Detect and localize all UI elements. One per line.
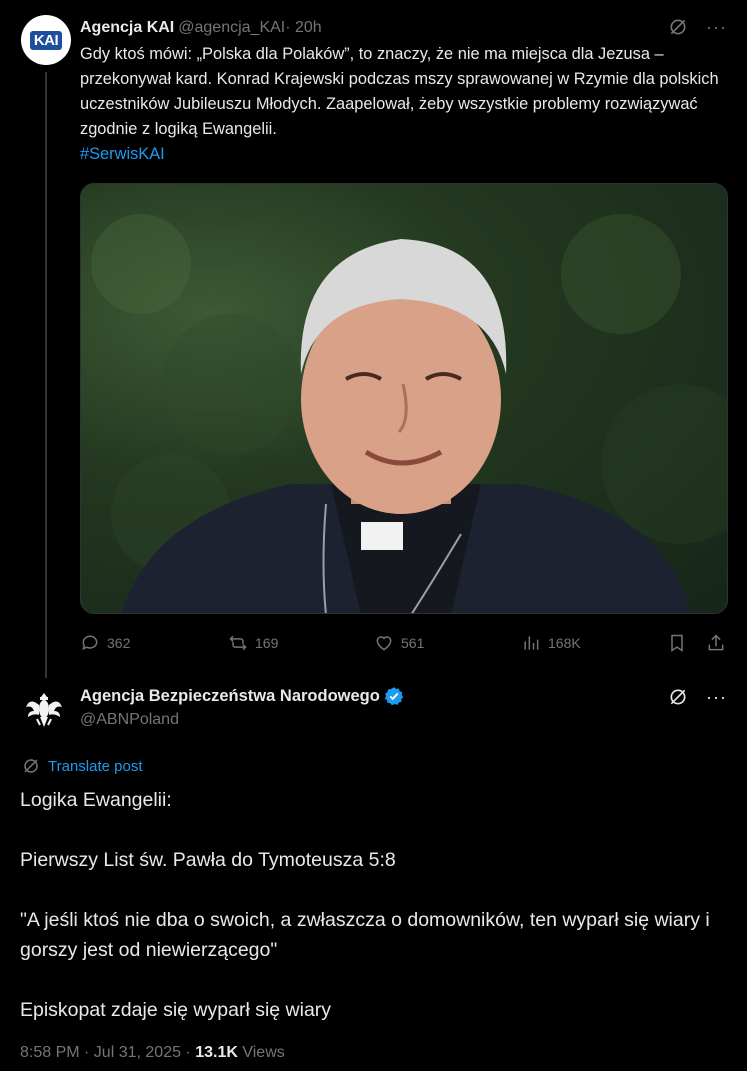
- translate-post-link[interactable]: Translate post: [22, 757, 143, 775]
- repost-icon: [229, 635, 247, 651]
- share-button[interactable]: [706, 633, 726, 653]
- bookmark-button[interactable]: [667, 633, 687, 653]
- views-label: Views: [237, 1044, 285, 1061]
- kai-logo: KAI: [29, 30, 63, 50]
- repost-count: 169: [255, 635, 279, 651]
- white-eagle-emblem-icon: [26, 693, 62, 727]
- more-options-icon[interactable]: ···: [706, 688, 727, 706]
- hashtag-link[interactable]: #SerwisKAI: [80, 142, 730, 167]
- like-count: 561: [401, 635, 425, 651]
- translate-icon: [24, 759, 38, 773]
- avatar[interactable]: [21, 686, 67, 732]
- tweet-meta: 8:58 PM · Jul 31, 2025 · 13.1K Views: [20, 1044, 285, 1062]
- view-count: 168K: [548, 635, 581, 651]
- reply-count: 362: [107, 635, 131, 651]
- parent-tweet-actions: 362 169 561 168K: [80, 630, 728, 656]
- share-icon: [708, 634, 724, 651]
- analytics-icon: [524, 636, 539, 650]
- like-button[interactable]: 561: [374, 633, 424, 653]
- more-options-icon[interactable]: ···: [706, 18, 727, 36]
- thread-connector-line: [45, 72, 47, 678]
- reply-icon: [82, 635, 98, 651]
- reply-button[interactable]: 362: [80, 633, 130, 653]
- main-tweet-text: Logika Ewangelii: Pierwszy List św. Pawł…: [20, 789, 710, 1021]
- views-button[interactable]: 168K: [521, 633, 581, 653]
- avatar[interactable]: KAI: [21, 15, 71, 65]
- tweet-body: Gdy ktoś mówi: „Polska dla Polaków”, to …: [80, 45, 724, 138]
- tweet-photo[interactable]: [80, 183, 728, 614]
- view-count: 13.1K: [195, 1044, 238, 1061]
- tweet-timestamp[interactable]: 8:58 PM · Jul 31, 2025 ·: [20, 1044, 195, 1061]
- verified-badge-icon: [384, 687, 403, 706]
- author-handle[interactable]: @ABNPoland: [80, 711, 179, 729]
- main-tweet-header-actions: ···: [668, 687, 727, 707]
- author-name-row[interactable]: Agencja Bezpieczeństwa Narodowego: [80, 686, 404, 706]
- bookmark-icon: [671, 634, 683, 652]
- author-name[interactable]: Agencja KAI: [80, 19, 174, 37]
- parent-tweet-header: Agencja KAI @agencja_KAI · 20h ···: [80, 17, 737, 39]
- grok-icon[interactable]: [668, 17, 688, 37]
- heart-icon: [376, 636, 392, 651]
- translate-label[interactable]: Translate post: [48, 758, 143, 775]
- author-handle[interactable]: @agencja_KAI: [178, 19, 285, 37]
- author-name[interactable]: Agencja Bezpieczeństwa Narodowego: [80, 687, 380, 706]
- parent-tweet-text: Gdy ktoś mówi: „Polska dla Polaków”, to …: [80, 42, 730, 167]
- tweet-time[interactable]: · 20h: [285, 19, 321, 37]
- grok-icon[interactable]: [668, 687, 688, 707]
- repost-button[interactable]: 169: [228, 633, 278, 653]
